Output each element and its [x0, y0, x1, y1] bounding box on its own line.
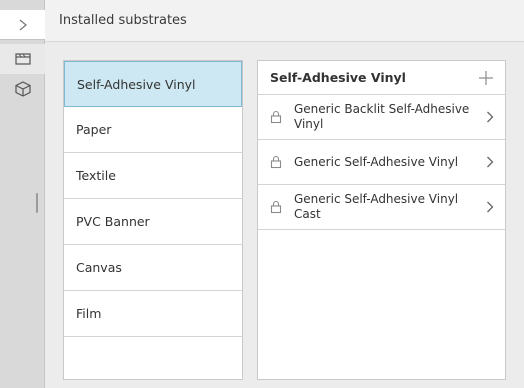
chevron-right-icon: [487, 201, 494, 213]
category-item-pvc-banner[interactable]: PVC Banner: [64, 199, 242, 245]
substrate-detail-panel: Self-Adhesive Vinyl Generic Backlit Self…: [257, 60, 506, 380]
substrate-item[interactable]: Generic Backlit Self-Adhesive Vinyl: [258, 95, 505, 140]
lock-icon: [270, 155, 282, 169]
lock-icon: [270, 110, 282, 124]
substrates-nav-button[interactable]: [0, 44, 45, 74]
substrate-category-list: Self-Adhesive Vinyl Paper Textile PVC Ba…: [63, 60, 243, 380]
category-label: Paper: [76, 122, 112, 137]
main-content: Self-Adhesive Vinyl Paper Textile PVC Ba…: [45, 42, 524, 388]
detail-header: Self-Adhesive Vinyl: [258, 61, 505, 95]
category-item-self-adhesive-vinyl[interactable]: Self-Adhesive Vinyl: [64, 61, 242, 107]
substrate-item-label: Generic Self-Adhesive Vinyl Cast: [294, 192, 459, 221]
lock-icon: [270, 200, 282, 214]
category-item-textile[interactable]: Textile: [64, 153, 242, 199]
category-label: Textile: [76, 168, 116, 183]
substrate-item-label: Generic Backlit Self-Adhesive Vinyl: [294, 102, 470, 131]
chevron-right-icon: [19, 19, 27, 30]
cube-icon: [14, 81, 31, 97]
rail-resize-handle[interactable]: [36, 193, 38, 213]
chevron-right-icon: [487, 111, 494, 123]
substrate-item[interactable]: Generic Self-Adhesive Vinyl: [258, 140, 505, 185]
category-label: Self-Adhesive Vinyl: [77, 76, 196, 92]
side-rail: [0, 0, 45, 388]
substrate-roll-icon: [14, 53, 31, 65]
chevron-right-icon: [487, 156, 494, 168]
substrate-item-label: Generic Self-Adhesive Vinyl: [294, 154, 459, 169]
page-title: Installed substrates: [59, 13, 187, 28]
top-header: Installed substrates: [45, 0, 524, 42]
plus-icon: [479, 70, 493, 85]
category-label: Canvas: [76, 260, 122, 275]
category-item-canvas[interactable]: Canvas: [64, 245, 242, 291]
category-item-paper[interactable]: Paper: [64, 107, 242, 153]
substrate-item[interactable]: Generic Self-Adhesive Vinyl Cast: [258, 185, 505, 230]
category-item-film[interactable]: Film: [64, 291, 242, 337]
expand-toggle-button[interactable]: [0, 10, 45, 40]
category-label: Film: [76, 306, 102, 321]
package-nav-button[interactable]: [0, 74, 45, 104]
detail-title: Self-Adhesive Vinyl: [270, 70, 406, 85]
category-label: PVC Banner: [76, 214, 150, 229]
add-substrate-button[interactable]: [477, 69, 495, 87]
